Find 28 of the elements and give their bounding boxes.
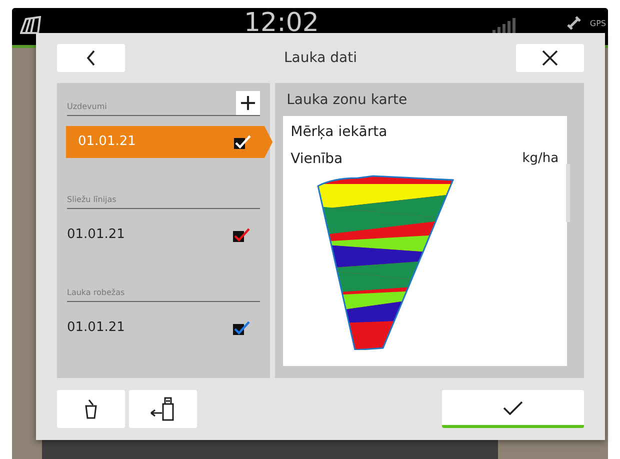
card-title: Mērķa iekārta (290, 123, 388, 142)
usb-stick-icon (150, 397, 176, 421)
list-item[interactable]: 01.01.21 (65, 312, 262, 344)
field-icon (20, 16, 42, 34)
section-heading: Lauka zonu karte (286, 91, 408, 110)
list-item[interactable]: 01.01.21 (65, 219, 262, 251)
add-button[interactable] (236, 91, 260, 115)
gps-label: GPS (590, 18, 606, 30)
chevron-left-icon (86, 50, 96, 66)
checkbox-icon[interactable] (232, 320, 250, 336)
usb-import-button[interactable] (129, 390, 197, 428)
section-label: Lauka robežas (67, 287, 125, 299)
delete-button[interactable] (57, 390, 125, 428)
scrollbar-thumb[interactable] (566, 164, 570, 222)
close-button[interactable] (516, 44, 584, 72)
unit-value: kg/ha (522, 150, 559, 168)
trash-icon (84, 399, 98, 419)
checkbox-icon[interactable] (232, 134, 251, 150)
plus-icon (240, 96, 255, 110)
close-icon (542, 50, 558, 66)
checkmark-icon (503, 400, 523, 414)
unit-label: Vienība (290, 150, 343, 169)
signal-icon (492, 18, 516, 34)
clock: 12:02 (244, 10, 319, 36)
section-label: Sliežu līnijas (67, 194, 116, 206)
checkbox-icon[interactable] (232, 227, 250, 243)
section-label: Uzdevumi (67, 101, 107, 113)
dialog-title: Lauka dati (284, 48, 357, 68)
